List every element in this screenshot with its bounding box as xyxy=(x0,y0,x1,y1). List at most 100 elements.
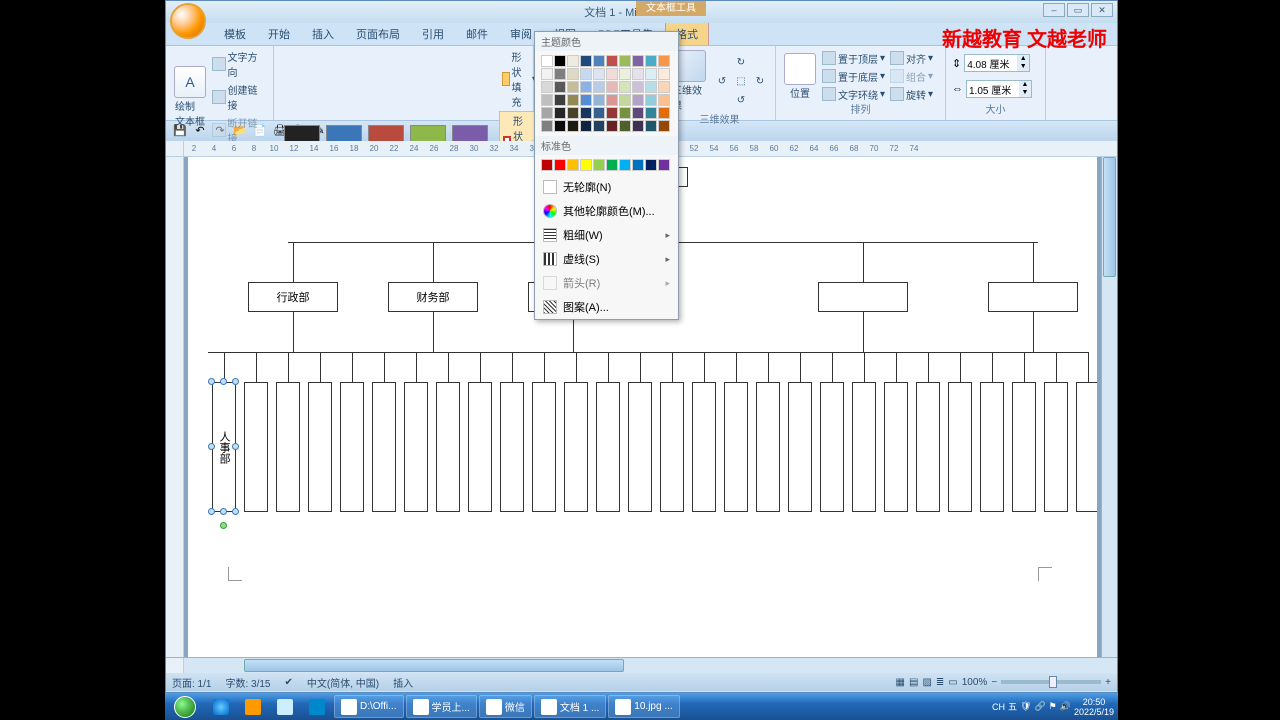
org-box[interactable] xyxy=(468,382,492,512)
bring-front-button[interactable]: 置于顶层 ▾ xyxy=(821,50,886,67)
tray-vol-icon[interactable]: 🔊 xyxy=(1060,701,1071,712)
zoom-slider[interactable] xyxy=(1001,680,1101,684)
vertical-ruler[interactable] xyxy=(166,157,184,657)
threed-tilt-right[interactable]: ↻ xyxy=(751,72,769,90)
org-box[interactable] xyxy=(596,382,620,512)
org-box[interactable] xyxy=(436,382,460,512)
tray-flag-icon[interactable]: ⚑ xyxy=(1049,701,1057,712)
theme-color-swatch[interactable] xyxy=(567,55,579,67)
selection-handle[interactable] xyxy=(232,508,239,515)
width-input[interactable] xyxy=(967,84,1019,95)
selection-handle[interactable] xyxy=(208,508,215,515)
taskbar-app-item[interactable]: D:\Offi... xyxy=(334,695,404,718)
taskbar-ie[interactable] xyxy=(206,695,236,718)
theme-color-swatch[interactable] xyxy=(567,68,579,80)
org-box[interactable] xyxy=(980,382,1004,512)
theme-color-swatch[interactable] xyxy=(632,107,644,119)
position-button[interactable]: 位置 xyxy=(782,51,818,102)
send-back-button[interactable]: 置于底层 ▾ xyxy=(821,68,886,85)
theme-color-swatch[interactable] xyxy=(580,55,592,67)
theme-color-swatch[interactable] xyxy=(554,81,566,93)
theme-color-swatch[interactable] xyxy=(593,120,605,132)
selection-handle[interactable] xyxy=(208,443,215,450)
theme-color-swatch[interactable] xyxy=(567,107,579,119)
taskbar-app-item[interactable]: 微信 xyxy=(479,695,532,718)
theme-color-swatch[interactable] xyxy=(554,120,566,132)
org-box[interactable] xyxy=(340,382,364,512)
org-box[interactable] xyxy=(724,382,748,512)
theme-color-swatch[interactable] xyxy=(658,81,670,93)
standard-color-swatch[interactable] xyxy=(580,159,592,171)
text-direction-button[interactable]: 文字方向 xyxy=(211,48,267,80)
theme-color-swatch[interactable] xyxy=(619,120,631,132)
theme-color-swatch[interactable] xyxy=(658,107,670,119)
theme-color-swatch[interactable] xyxy=(645,55,657,67)
theme-color-swatch[interactable] xyxy=(645,107,657,119)
theme-color-swatch[interactable] xyxy=(593,55,605,67)
org-box[interactable] xyxy=(276,382,300,512)
insert-mode[interactable]: 插入 xyxy=(393,675,413,690)
theme-color-swatch[interactable] xyxy=(593,68,605,80)
theme-color-swatch[interactable] xyxy=(593,81,605,93)
theme-color-swatch[interactable] xyxy=(580,120,592,132)
view-print-icon[interactable]: ▦ xyxy=(896,677,905,688)
group-button[interactable]: 组合 ▾ xyxy=(889,68,934,85)
zoom-in-button[interactable]: + xyxy=(1105,677,1111,688)
threed-tilt-left[interactable]: ↺ xyxy=(713,72,731,90)
tab-引用[interactable]: 引用 xyxy=(412,23,454,45)
threed-toggle[interactable]: ⬚ xyxy=(732,72,750,90)
tab-开始[interactable]: 开始 xyxy=(258,23,300,45)
pattern-item[interactable]: 图案(A)... xyxy=(535,295,678,319)
start-button[interactable] xyxy=(165,693,205,720)
width-spinner[interactable]: ▲▼ xyxy=(966,80,1032,98)
org-box[interactable]: 行政部 xyxy=(248,282,338,312)
org-box[interactable]: 财务部 xyxy=(388,282,478,312)
tab-邮件[interactable]: 邮件 xyxy=(456,23,498,45)
theme-color-swatch[interactable] xyxy=(619,55,631,67)
view-read-icon[interactable]: ▤ xyxy=(909,677,918,688)
theme-color-swatch[interactable] xyxy=(580,81,592,93)
org-box[interactable] xyxy=(818,282,908,312)
org-box[interactable] xyxy=(372,382,396,512)
theme-color-swatch[interactable] xyxy=(645,94,657,106)
tab-模板[interactable]: 模板 xyxy=(214,23,256,45)
org-box[interactable] xyxy=(820,382,844,512)
tray-wubi-icon[interactable]: 五 xyxy=(1008,700,1017,713)
threed-tilt-up[interactable]: ↻ xyxy=(732,53,750,71)
tray-shield-icon[interactable]: 🛡 xyxy=(1020,701,1031,712)
page-indicator[interactable]: 页面: 1/1 xyxy=(172,675,211,690)
taskbar-app-item[interactable]: 学员上... xyxy=(406,695,477,718)
rotate-button[interactable]: 旋转 ▾ xyxy=(889,86,934,103)
standard-color-swatch[interactable] xyxy=(632,159,644,171)
office-button[interactable] xyxy=(170,3,206,39)
height-input[interactable] xyxy=(965,58,1017,69)
theme-color-swatch[interactable] xyxy=(554,68,566,80)
tray-ime-icon[interactable]: CH xyxy=(992,702,1005,712)
more-outline-colors-item[interactable]: 其他轮廓颜色(M)... xyxy=(535,199,678,223)
theme-color-swatch[interactable] xyxy=(606,81,618,93)
theme-color-swatch[interactable] xyxy=(619,107,631,119)
theme-color-swatch[interactable] xyxy=(619,94,631,106)
theme-color-swatch[interactable] xyxy=(606,107,618,119)
theme-color-swatch[interactable] xyxy=(645,68,657,80)
theme-color-swatch[interactable] xyxy=(658,94,670,106)
taskbar-desktop[interactable] xyxy=(270,695,300,718)
theme-color-swatch[interactable] xyxy=(632,94,644,106)
spell-check-icon[interactable]: ✔ xyxy=(285,677,293,688)
theme-color-swatch[interactable] xyxy=(567,81,579,93)
org-box[interactable] xyxy=(988,282,1078,312)
draw-textbox-button[interactable]: A 绘制 文本框 xyxy=(172,64,208,130)
taskbar-app-item[interactable]: 10.jpg ... xyxy=(608,695,679,718)
no-outline-item[interactable]: 无轮廓(N) xyxy=(535,175,678,199)
selection-handle[interactable] xyxy=(208,378,215,385)
org-box[interactable] xyxy=(692,382,716,512)
standard-color-swatch[interactable] xyxy=(541,159,553,171)
org-box[interactable] xyxy=(916,382,940,512)
selection-handle[interactable] xyxy=(220,378,227,385)
org-box[interactable] xyxy=(1044,382,1068,512)
theme-color-swatch[interactable] xyxy=(567,94,579,106)
theme-color-swatch[interactable] xyxy=(658,68,670,80)
org-box[interactable] xyxy=(564,382,588,512)
theme-color-swatch[interactable] xyxy=(645,81,657,93)
theme-color-swatch[interactable] xyxy=(541,94,553,106)
